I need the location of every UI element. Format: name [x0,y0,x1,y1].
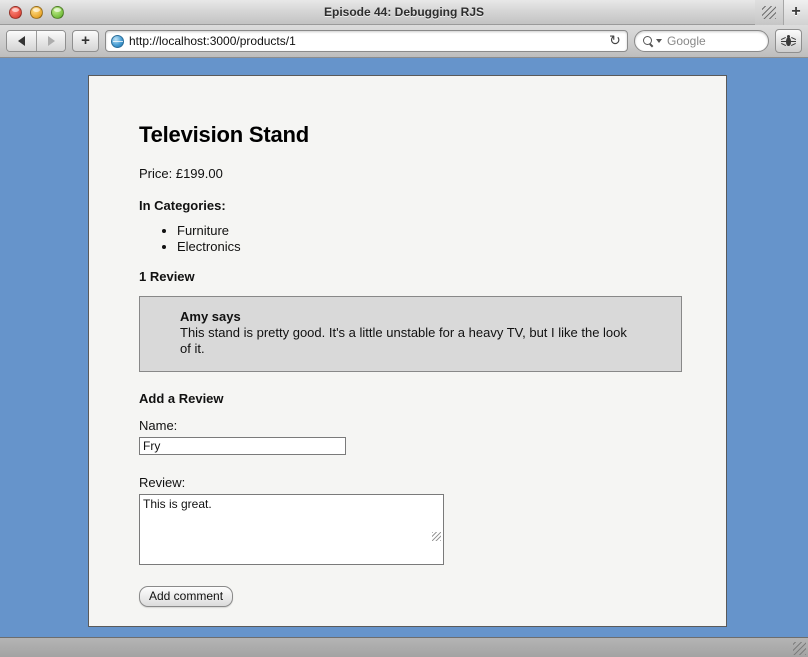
chevron-down-icon[interactable] [656,39,662,43]
magnifier-icon [643,35,654,47]
tab-overflow-icon[interactable] [755,0,783,25]
back-button[interactable] [7,31,36,51]
firebug-button[interactable] [775,29,802,53]
review-item: Amy says This stand is pretty good. It's… [139,296,682,372]
add-comment-button[interactable]: Add comment [139,586,234,607]
status-bar [0,637,808,657]
review-textarea[interactable] [139,494,444,565]
page-content: Television Stand Price: £199.00 In Categ… [89,76,726,607]
close-button[interactable] [9,5,22,19]
search-field[interactable]: Google [634,30,769,52]
forward-button [36,31,65,51]
zoom-button[interactable] [51,5,64,19]
add-bookmark-button[interactable]: + [72,30,99,52]
tab-strip-right: + [755,0,808,25]
reload-icon[interactable]: ↻ [607,33,623,49]
reviews-heading: 1 Review [139,269,195,284]
minimize-button[interactable] [30,5,43,19]
review-author: Amy says [180,309,241,324]
list-item: Electronics [177,239,726,255]
back-arrow-icon [18,36,25,46]
product-price: Price: £199.00 [139,166,223,181]
new-tab-button[interactable]: + [783,0,808,25]
url-text: http://localhost:3000/products/1 [129,34,296,48]
address-bar[interactable]: http://localhost:3000/products/1 ↻ [105,30,628,52]
list-item: Furniture [177,223,726,239]
page-viewport: Television Stand Price: £199.00 In Categ… [0,58,808,637]
categories-list: Furniture Electronics [139,223,726,255]
title-bar: Episode 44: Debugging RJS + [0,0,808,25]
review-body: This stand is pretty good. It's a little… [180,325,627,356]
categories-heading: In Categories: [139,198,226,213]
forward-arrow-icon [47,36,55,46]
browser-toolbar: + http://localhost:3000/products/1 ↻ Goo… [0,25,808,58]
search-placeholder: Google [667,34,706,48]
add-review-heading: Add a Review [139,391,224,406]
window-resize-grip[interactable] [793,642,806,655]
browser-window: Episode 44: Debugging RJS + + http://loc… [0,0,808,657]
window-title: Episode 44: Debugging RJS [323,4,485,19]
name-input[interactable] [139,437,346,455]
name-label: Name: [139,418,178,433]
review-label: Review: [139,475,186,490]
review-textarea-wrap [139,494,444,565]
page-content-card: Television Stand Price: £199.00 In Categ… [88,75,727,627]
navigation-buttons [6,30,66,52]
bug-icon [780,34,797,48]
window-controls [0,5,64,19]
globe-icon [111,34,124,48]
page-title: Television Stand [139,122,309,147]
